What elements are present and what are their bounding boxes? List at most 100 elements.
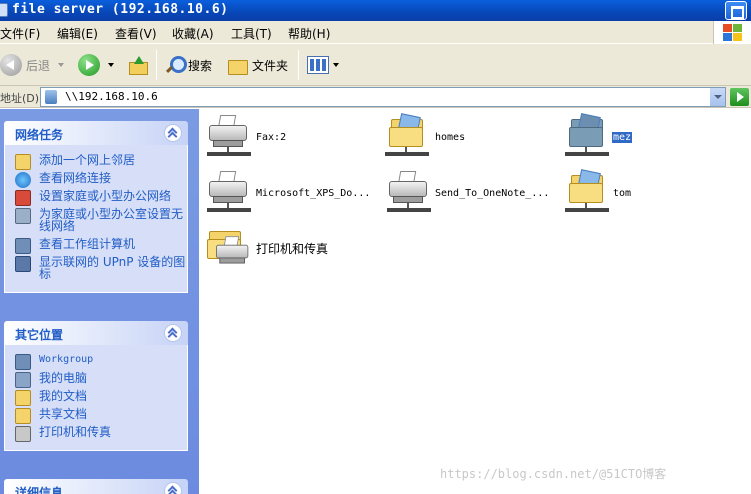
menu-help[interactable]: 帮助(H) <box>288 25 330 42</box>
address-input[interactable]: \\192.168.10.6 <box>40 87 726 107</box>
folders-label: 文件夹 <box>252 58 289 73</box>
item-homes[interactable]: homes <box>385 113 545 165</box>
add-network-place-icon <box>15 154 31 170</box>
item-printers-faxes[interactable]: 打印机和传真 <box>205 225 380 277</box>
title-bar: file server (192.168.10.6) <box>0 0 751 21</box>
task-setup-wireless-network[interactable]: 为家庭或小型办公室设置无线网络 <box>5 208 187 232</box>
menu-tools[interactable]: 工具(T) <box>231 25 272 42</box>
place-my-documents[interactable]: 我的文档 <box>5 390 187 406</box>
task-view-network-connections[interactable]: 查看网络连接 <box>5 172 187 188</box>
shared-folder-icon <box>565 113 613 161</box>
menu-favorites[interactable]: 收藏(A) <box>172 25 214 42</box>
item-microsoft-xps[interactable]: Microsoft_XPS_Do... <box>205 169 380 221</box>
back-label: 后退 <box>26 58 51 73</box>
printer-icon <box>205 113 253 161</box>
shared-folder-icon <box>565 169 613 217</box>
task-show-upnp-icons[interactable]: 显示联网的 UPnP 设备的图标 <box>5 256 187 280</box>
printer-icon <box>385 169 433 217</box>
workgroup-computers-icon <box>15 238 31 254</box>
address-dropdown-button[interactable] <box>709 88 725 106</box>
collapse-chevron-icon[interactable] <box>164 482 182 494</box>
task-view-workgroup-computers[interactable]: 查看工作组计算机 <box>5 238 187 254</box>
printer-icon <box>213 235 254 276</box>
shared-folder-icon <box>385 113 433 161</box>
network-computer-icon <box>45 90 57 104</box>
up-button[interactable] <box>128 51 148 79</box>
folders-icon <box>226 55 248 75</box>
details-header[interactable]: 详细信息 <box>4 479 188 494</box>
task-setup-home-network[interactable]: 设置家庭或小型办公网络 <box>5 190 187 206</box>
address-bar: 地址(D) \\192.168.10.6 <box>0 86 751 108</box>
network-tasks-panel: 网络任务 添加一个网上邻居 查看网络连接 设置家庭或小型办公网络 为家庭或小型办… <box>4 121 188 293</box>
item-label: tom <box>613 188 632 199</box>
item-label: Send_To_OneNote_... <box>435 188 550 199</box>
back-button[interactable]: 后退 <box>0 51 65 79</box>
menu-bar: 文件(F) 编辑(E) 查看(V) 收藏(A) 工具(T) 帮助(H) <box>0 21 751 44</box>
address-label: 地址(D) <box>0 92 40 105</box>
watermark: https://blog.csdn.net/@51CTO博客 <box>440 467 667 481</box>
home-network-icon <box>15 190 31 206</box>
other-places-title: 其它位置 <box>15 328 64 342</box>
item-label: Microsoft_XPS_Do... <box>256 188 371 199</box>
views-button[interactable] <box>307 51 339 79</box>
search-icon <box>164 55 187 75</box>
forward-arrow-icon <box>78 54 100 76</box>
network-tasks-body: 添加一个网上邻居 查看网络连接 设置家庭或小型办公网络 为家庭或小型办公室设置无… <box>4 145 188 293</box>
back-dropdown-icon[interactable] <box>58 63 65 67</box>
place-workgroup[interactable]: Workgroup <box>5 354 187 370</box>
menu-view[interactable]: 查看(V) <box>115 25 157 42</box>
place-my-computer[interactable]: 我的电脑 <box>5 372 187 388</box>
upnp-device-icon <box>15 256 31 272</box>
forward-button[interactable] <box>78 51 114 79</box>
toolbar: 后退 搜索 文件夹 <box>0 44 751 86</box>
menu-file[interactable]: 文件(F) <box>0 25 40 42</box>
shared-documents-icon <box>15 408 31 424</box>
item-label: mez <box>612 132 633 143</box>
toolbar-separator <box>298 50 299 80</box>
other-places-body: Workgroup 我的电脑 我的文档 共享文档 打印机和传真 <box>4 345 188 451</box>
printers-faxes-icon <box>15 426 31 442</box>
windows-logo-icon <box>713 21 751 44</box>
go-button[interactable] <box>730 88 749 106</box>
search-label: 搜索 <box>188 58 213 73</box>
workgroup-icon <box>15 354 31 370</box>
details-title: 详细信息 <box>15 486 64 494</box>
views-dropdown-icon[interactable] <box>333 63 339 67</box>
collapse-chevron-icon[interactable] <box>164 324 182 342</box>
network-connections-icon <box>15 172 31 188</box>
address-value[interactable]: \\192.168.10.6 <box>65 90 158 103</box>
file-view: Fax:2 homes mez Microsoft_XPS_Do... Send… <box>199 109 751 494</box>
collapse-chevron-icon[interactable] <box>164 124 182 142</box>
item-label: 打印机和传真 <box>256 242 329 256</box>
toolbar-separator <box>156 50 157 80</box>
my-computer-icon <box>15 372 31 388</box>
item-mez[interactable]: mez <box>565 113 725 165</box>
back-arrow-icon <box>0 54 22 76</box>
item-tom[interactable]: tom <box>565 169 725 221</box>
views-icon <box>307 56 329 74</box>
task-add-network-place[interactable]: 添加一个网上邻居 <box>5 154 187 170</box>
maximize-button[interactable] <box>725 1 747 20</box>
item-label: Fax:2 <box>256 132 287 143</box>
item-fax[interactable]: Fax:2 <box>205 113 365 165</box>
network-tasks-title: 网络任务 <box>15 128 64 142</box>
details-panel: 详细信息 <box>4 479 188 494</box>
place-printers-faxes[interactable]: 打印机和传真 <box>5 426 187 442</box>
window-icon <box>0 3 8 17</box>
task-pane-content: 网络任务 添加一个网上邻居 查看网络连接 设置家庭或小型办公网络 为家庭或小型办… <box>0 109 199 494</box>
item-send-to-onenote[interactable]: Send_To_OneNote_... <box>385 169 560 221</box>
my-documents-icon <box>15 390 31 406</box>
folders-button[interactable]: 文件夹 <box>226 51 288 79</box>
other-places-panel: 其它位置 Workgroup 我的电脑 我的文档 共享文档 打印机和传真 <box>4 321 188 451</box>
network-tasks-header[interactable]: 网络任务 <box>4 121 188 145</box>
search-button[interactable]: 搜索 <box>164 51 212 79</box>
place-shared-documents[interactable]: 共享文档 <box>5 408 187 424</box>
wireless-network-icon <box>15 208 31 224</box>
menu-edit[interactable]: 编辑(E) <box>57 25 98 42</box>
other-places-header[interactable]: 其它位置 <box>4 321 188 345</box>
item-label: homes <box>435 132 466 143</box>
folder-up-icon <box>128 56 148 75</box>
printer-icon <box>205 169 253 217</box>
forward-dropdown-icon[interactable] <box>108 63 114 67</box>
window-title: file server (192.168.10.6) <box>12 2 229 17</box>
